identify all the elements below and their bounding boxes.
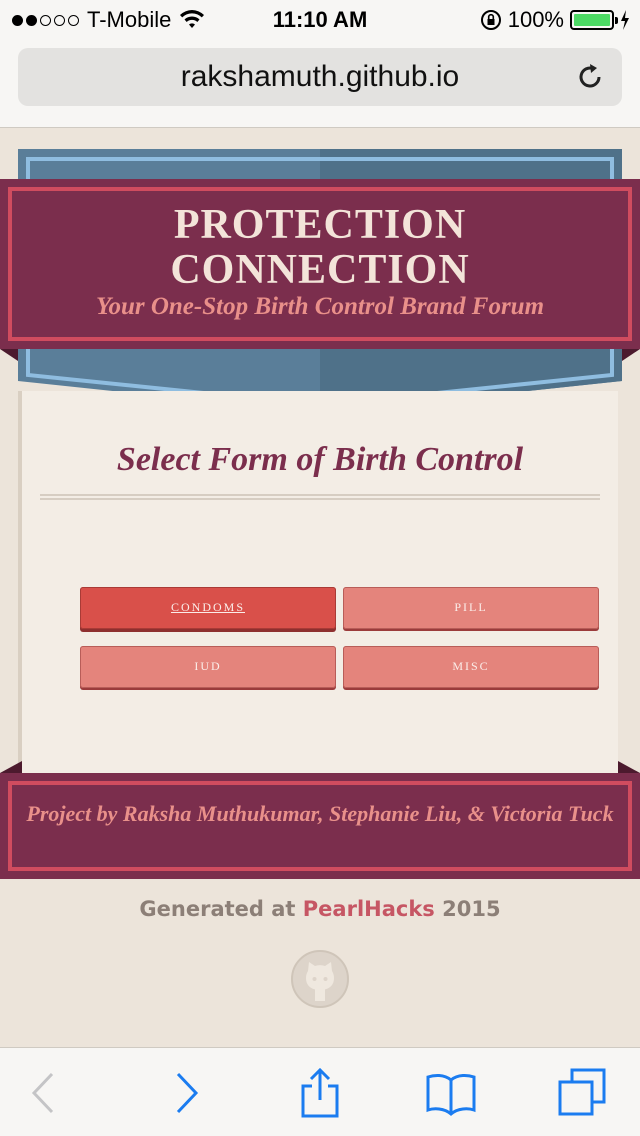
title-banner: PROTECTION CONNECTION Your One-Stop Birt…: [0, 179, 640, 361]
web-page: PROTECTION CONNECTION Your One-Stop Birt…: [0, 129, 640, 1047]
url-text[interactable]: rakshamuth.github.io: [18, 60, 622, 94]
back-icon[interactable]: [20, 1068, 70, 1118]
status-bar: T-Mobile 11:10 AM 100%: [0, 0, 640, 40]
status-right: 100%: [480, 7, 630, 33]
content-card: Select Form of Birth Control CONDOMS PIL…: [18, 391, 618, 775]
site-title-line1: PROTECTION: [173, 202, 467, 248]
generated-prefix: Generated at: [139, 897, 296, 921]
browser-chrome: rakshamuth.github.io: [0, 40, 640, 128]
orientation-lock-icon: [480, 10, 501, 30]
iud-button[interactable]: IUD: [80, 646, 336, 688]
tabs-icon[interactable]: [558, 1068, 608, 1118]
bookmarks-icon[interactable]: [426, 1068, 476, 1118]
browser-toolbar: [0, 1047, 640, 1136]
address-bar[interactable]: rakshamuth.github.io: [18, 48, 622, 106]
pill-button[interactable]: PILL: [343, 587, 599, 629]
misc-button[interactable]: MISC: [343, 646, 599, 688]
site-title: PROTECTION CONNECTION: [0, 203, 640, 293]
github-octocat-icon[interactable]: [290, 949, 350, 1009]
battery-percent: 100%: [507, 7, 564, 32]
pearlhacks-link[interactable]: PearlHacks: [303, 897, 435, 921]
footer-banner-border: [8, 781, 632, 871]
generated-note: Generated at PearlHacks 2015: [0, 897, 640, 921]
reload-icon[interactable]: [574, 61, 606, 93]
footer-banner: Project by Raksha Muthukumar, Stephanie …: [0, 761, 640, 879]
section-heading: Select Form of Birth Control: [116, 441, 524, 478]
site-title-line2: CONNECTION: [170, 247, 470, 293]
heading-divider: [40, 494, 600, 500]
battery-icon: [570, 10, 618, 30]
share-icon[interactable]: [295, 1068, 345, 1118]
charging-icon: [621, 10, 629, 30]
site-subtitle: Your One-Stop Birth Control Brand Forum: [95, 293, 545, 320]
condoms-button[interactable]: CONDOMS: [80, 587, 336, 629]
generated-year: 2015: [442, 897, 501, 921]
forward-icon[interactable]: [160, 1068, 210, 1118]
project-credits: Project by Raksha Muthukumar, Stephanie …: [26, 801, 614, 826]
